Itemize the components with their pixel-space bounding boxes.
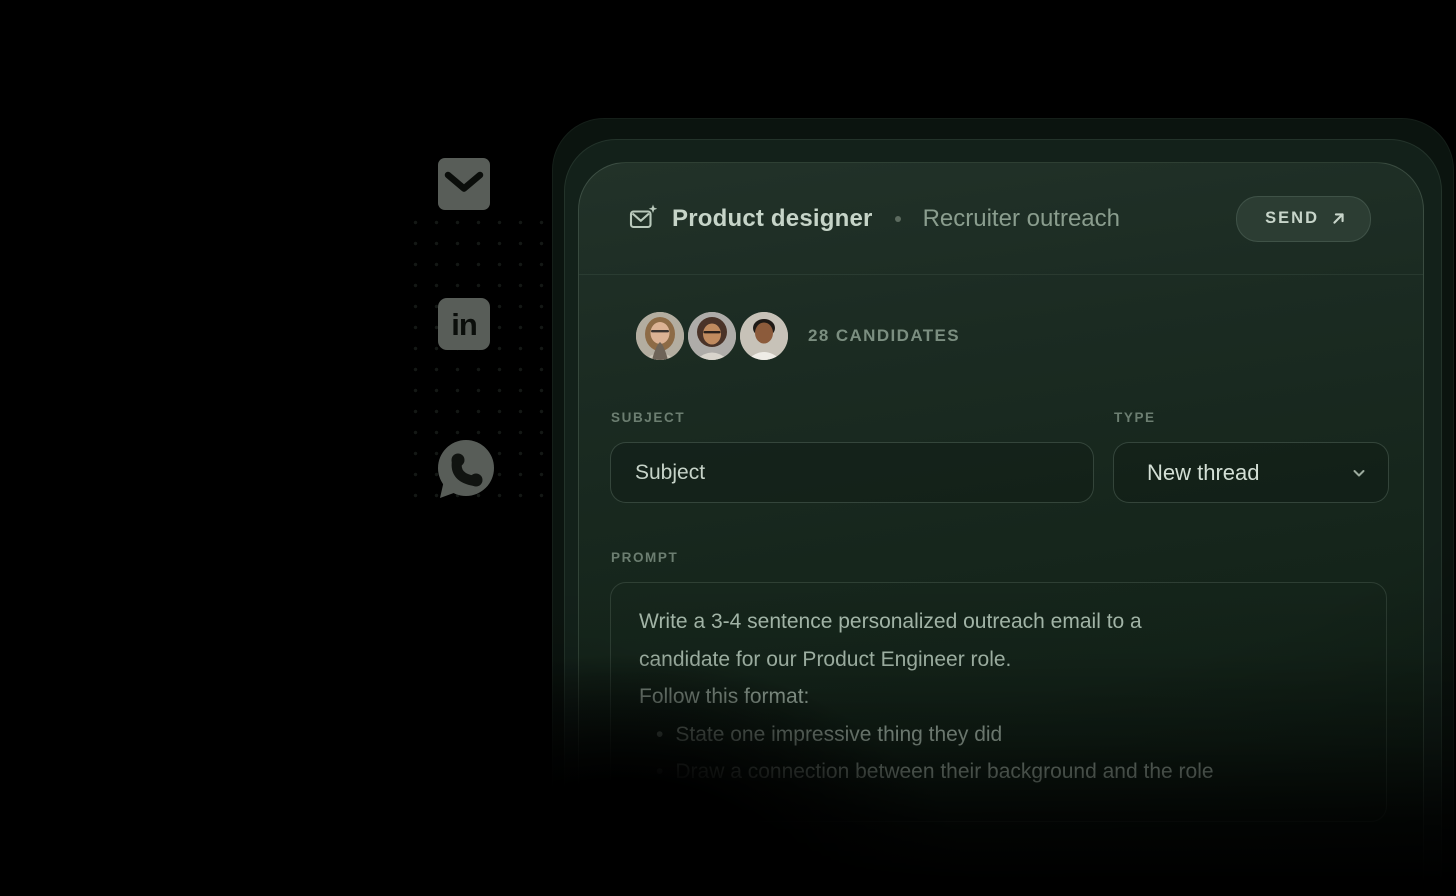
subject-input[interactable] [610,442,1094,503]
email-icon [438,158,490,210]
whatsapp-icon [432,438,496,502]
type-field-group: TYPE New thread [1113,410,1389,503]
page-title: Product designer [672,205,873,233]
chevron-down-icon [1350,464,1368,482]
bullet-dot: • [656,753,663,791]
prompt-bullet-text: State one impressive thing they did [675,716,1002,754]
linkedin-icon-text: in [451,309,477,340]
prompt-field-group: PROMPT Write a 3-4 sentence personalized… [610,550,1387,822]
candidate-avatar-3 [740,312,788,360]
subject-field-group: SUBJECT [610,410,1094,503]
prompt-bullet-text: Draw a connection between their backgrou… [675,753,1213,791]
subject-label: SUBJECT [611,410,1094,425]
type-select[interactable]: New thread [1113,442,1389,503]
page: in Product designer Recruiter outreach S… [0,0,1456,896]
send-button[interactable]: SEND [1236,196,1371,242]
send-button-label: SEND [1265,209,1319,228]
prompt-label: PROMPT [611,550,1387,565]
arrow-up-right-icon [1331,211,1346,226]
page-subtitle: Recruiter outreach [923,205,1120,233]
prompt-line: Write a 3-4 sentence personalized outrea… [639,603,1358,641]
prompt-line: Follow this format: [639,678,1358,716]
card-header: Product designer Recruiter outreach SEND [579,163,1423,274]
prompt-textarea[interactable]: Write a 3-4 sentence personalized outrea… [610,582,1387,822]
type-label: TYPE [1114,410,1389,425]
card-body: 28 CANDIDATES SUBJECT TYPE New thread [579,274,1423,822]
type-select-value: New thread [1147,460,1350,486]
candidate-avatar-2 [688,312,736,360]
mail-sparkle-icon [629,204,657,232]
outreach-composer-card: Product designer Recruiter outreach SEND [578,162,1424,896]
separator-dot [895,216,901,222]
prompt-bullet-item: • State one impressive thing they did [639,716,1358,754]
prompt-bullet-item: • Draw a connection between their backgr… [639,753,1358,791]
candidate-avatar-1 [636,312,684,360]
bullet-dot: • [656,716,663,754]
prompt-line: candidate for our Product Engineer role. [639,641,1358,679]
candidates-count: 28 CANDIDATES [808,326,960,346]
fields-row: SUBJECT TYPE New thread [610,410,1387,503]
header-divider [579,274,1423,275]
linkedin-icon: in [438,298,490,350]
candidates-row: 28 CANDIDATES [636,312,1387,360]
